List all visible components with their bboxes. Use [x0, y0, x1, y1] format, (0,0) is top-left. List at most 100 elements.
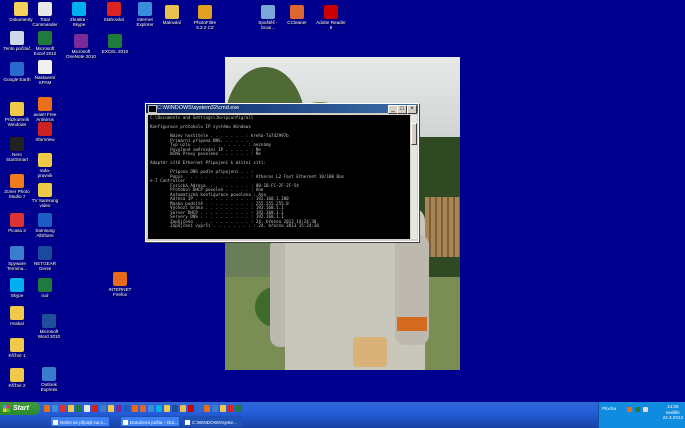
quick-launch-icon[interactable] [60, 405, 66, 412]
desktop-icon-total-commander[interactable]: Total Commander [28, 2, 62, 27]
internet-firefox-icon [113, 272, 127, 286]
zkratka-skype-icon [72, 2, 86, 16]
desktop-icon-netgear[interactable]: NETGEAR Genie [28, 246, 62, 271]
quick-launch-icon[interactable] [140, 405, 146, 412]
desktop-icon-label: Křížné 1 [8, 353, 26, 358]
desktop-icon-onenote-2010[interactable]: Microsoft OneNote 2010 [64, 34, 98, 59]
excel-zkratka-icon [108, 34, 122, 48]
quick-launch-icon[interactable] [164, 405, 170, 412]
desktop-icon-zkratka-skype[interactable]: Zkratka - Skype [62, 2, 96, 27]
taskbar-button[interactable]: Doručená pošta - Out... [120, 416, 180, 427]
avast-tray-icon[interactable] [627, 407, 632, 412]
quick-launch-icon[interactable] [180, 405, 186, 412]
desktop-icon-rada-pravnik[interactable]: rada- pravnik [28, 153, 62, 178]
taskbar-button[interactable]: Nelze se připojit na s... [50, 416, 110, 427]
quick-launch-icon[interactable] [92, 405, 98, 412]
irfanview-icon [38, 122, 52, 136]
quick-launch-icon[interactable] [132, 405, 138, 412]
quick-launch-icon[interactable] [236, 405, 242, 412]
cmd-scrollbar[interactable] [411, 115, 417, 239]
quick-launch-icon[interactable] [148, 405, 154, 412]
taskbar-app-icon [185, 420, 190, 425]
quick-launch-icon[interactable] [76, 405, 82, 412]
quick-launch-icon[interactable] [52, 405, 58, 412]
clock-date: 24.3.2013 [662, 415, 683, 421]
desktop-icon-krizne2[interactable]: Křížné 2 [0, 368, 34, 388]
desktop: Dokumenty Total Commander Zkratka - Skype S… [0, 0, 685, 402]
cmd-title: C:\WINDOWS\system32\cmd.exe [157, 105, 240, 111]
malovani-icon [165, 5, 179, 19]
krizne2-icon [10, 368, 24, 382]
photo-bag [353, 337, 387, 367]
desktop-icon-irfanview[interactable]: IrfanView [28, 122, 62, 142]
desktop-icon-nastaveni-spam[interactable]: Nastavení SPAM [28, 60, 62, 85]
quick-launch-icon[interactable] [124, 405, 130, 412]
desktop-icon-malovani[interactable]: Malování [155, 5, 189, 25]
network-tray-icon[interactable] [635, 407, 640, 412]
cmd-window[interactable]: C:\WINDOWS\system32\cmd.exe _ □ × C:\Doc… [145, 103, 419, 242]
desktop-icon-outlook-express[interactable]: Outlook Express [32, 367, 66, 392]
desktop-icon-label: Samsung AllShare [35, 228, 55, 239]
quick-launch-icon[interactable] [84, 405, 90, 412]
quick-launch-icon[interactable] [156, 405, 162, 412]
photofiltre-icon [198, 5, 212, 19]
icul-icon [38, 278, 52, 292]
desktop-icon-excel-zkratka[interactable]: EXCEL 2010 [98, 34, 132, 54]
desktop-icon-samsung-allshare[interactable]: Samsung AllShare [28, 213, 62, 238]
quick-launch-icon[interactable] [228, 405, 234, 412]
desktop-icon-avast[interactable]: avast! Free Antivirus [28, 97, 62, 122]
windows-logo-icon [3, 405, 10, 412]
desktop-icon-label: Adobe Reader 9 [316, 20, 346, 31]
scrollbar-thumb[interactable] [411, 123, 417, 145]
zoner-icon [10, 174, 24, 188]
taskbar-app-icon [123, 420, 128, 425]
desktop-icon-excel-2010[interactable]: Microsoft Excel 2010 [28, 31, 62, 56]
desktop-icon-adobe-reader[interactable]: Adobe Reader 9 [314, 5, 348, 30]
desktop-icon-internet-firefox[interactable]: INTERNET Firefox [103, 272, 137, 297]
desktop-icon-photofiltre[interactable]: PhotoFiltre 6.3.2 CZ [188, 5, 222, 30]
word-2010-icon [42, 314, 56, 328]
spoustec-icon [261, 5, 275, 19]
excel-2010-icon [38, 31, 52, 45]
cmd-titlebar[interactable]: C:\WINDOWS\system32\cmd.exe _ □ × [146, 104, 418, 114]
desktop-icon-label: Malování [162, 20, 182, 25]
start-button[interactable]: Start [0, 402, 40, 415]
hrabal-icon [10, 306, 24, 320]
desktop-icon-stahovani[interactable]: Stahování [97, 2, 131, 22]
start-label: Start [13, 405, 29, 412]
taskbar-button[interactable]: C:\WINDOWS\syste... [182, 416, 242, 427]
close-button[interactable]: × [407, 105, 417, 114]
quick-launch-icon[interactable] [188, 405, 194, 412]
cmd-console[interactable]: C:\Documents and Settings\Jk>ipconfig/al… [148, 115, 410, 239]
desktop-icon-label: Nastavení SPAM [34, 75, 56, 86]
maximize-button[interactable]: □ [397, 105, 407, 114]
desktop-icon-tv-samsung[interactable]: TV Samsung video [28, 183, 62, 208]
desktop-icon-hrabal[interactable]: Hrabal [0, 306, 34, 326]
desktop-icon-icul[interactable]: icul [28, 278, 62, 298]
desktop-icon-label: NETGEAR Genie [33, 261, 57, 272]
stahovani-icon [107, 2, 121, 16]
desktop-icon-krizne1[interactable]: Křížné 1 [0, 338, 34, 358]
adobe-reader-icon [324, 5, 338, 19]
quick-launch-icon[interactable] [116, 405, 122, 412]
quick-launch-icon[interactable] [68, 405, 74, 412]
quick-launch-icon[interactable] [196, 405, 202, 412]
samsung-allshare-icon [38, 213, 52, 227]
desktop-icon-label: INTERNET Firefox [108, 287, 132, 298]
desktop-icon-label: Hrabal [10, 321, 24, 326]
desktop-icon-ccleaner[interactable]: CCleaner [280, 5, 314, 25]
quick-launch-icon[interactable] [212, 405, 218, 412]
clock[interactable]: 14:28 neděle 24.3.2013 [663, 404, 683, 421]
quick-launch-icon[interactable] [108, 405, 114, 412]
quick-launch-icon[interactable] [44, 405, 50, 412]
quick-launch-icon[interactable] [204, 405, 210, 412]
internet-explorer-icon [138, 2, 152, 16]
desktop-icon-word-2010[interactable]: Microsoft Word 2010 [32, 314, 66, 339]
quick-launch-icon[interactable] [172, 405, 178, 412]
volume-tray-icon[interactable] [643, 407, 648, 412]
quick-launch-icon[interactable] [100, 405, 106, 412]
system-tray: Plocha 14:28 neděle 24.3.2013 [598, 402, 685, 428]
desktop-toolbar-label[interactable]: Plocha [602, 406, 616, 411]
quick-launch-icon[interactable] [220, 405, 226, 412]
tv-samsung-icon [38, 183, 52, 197]
